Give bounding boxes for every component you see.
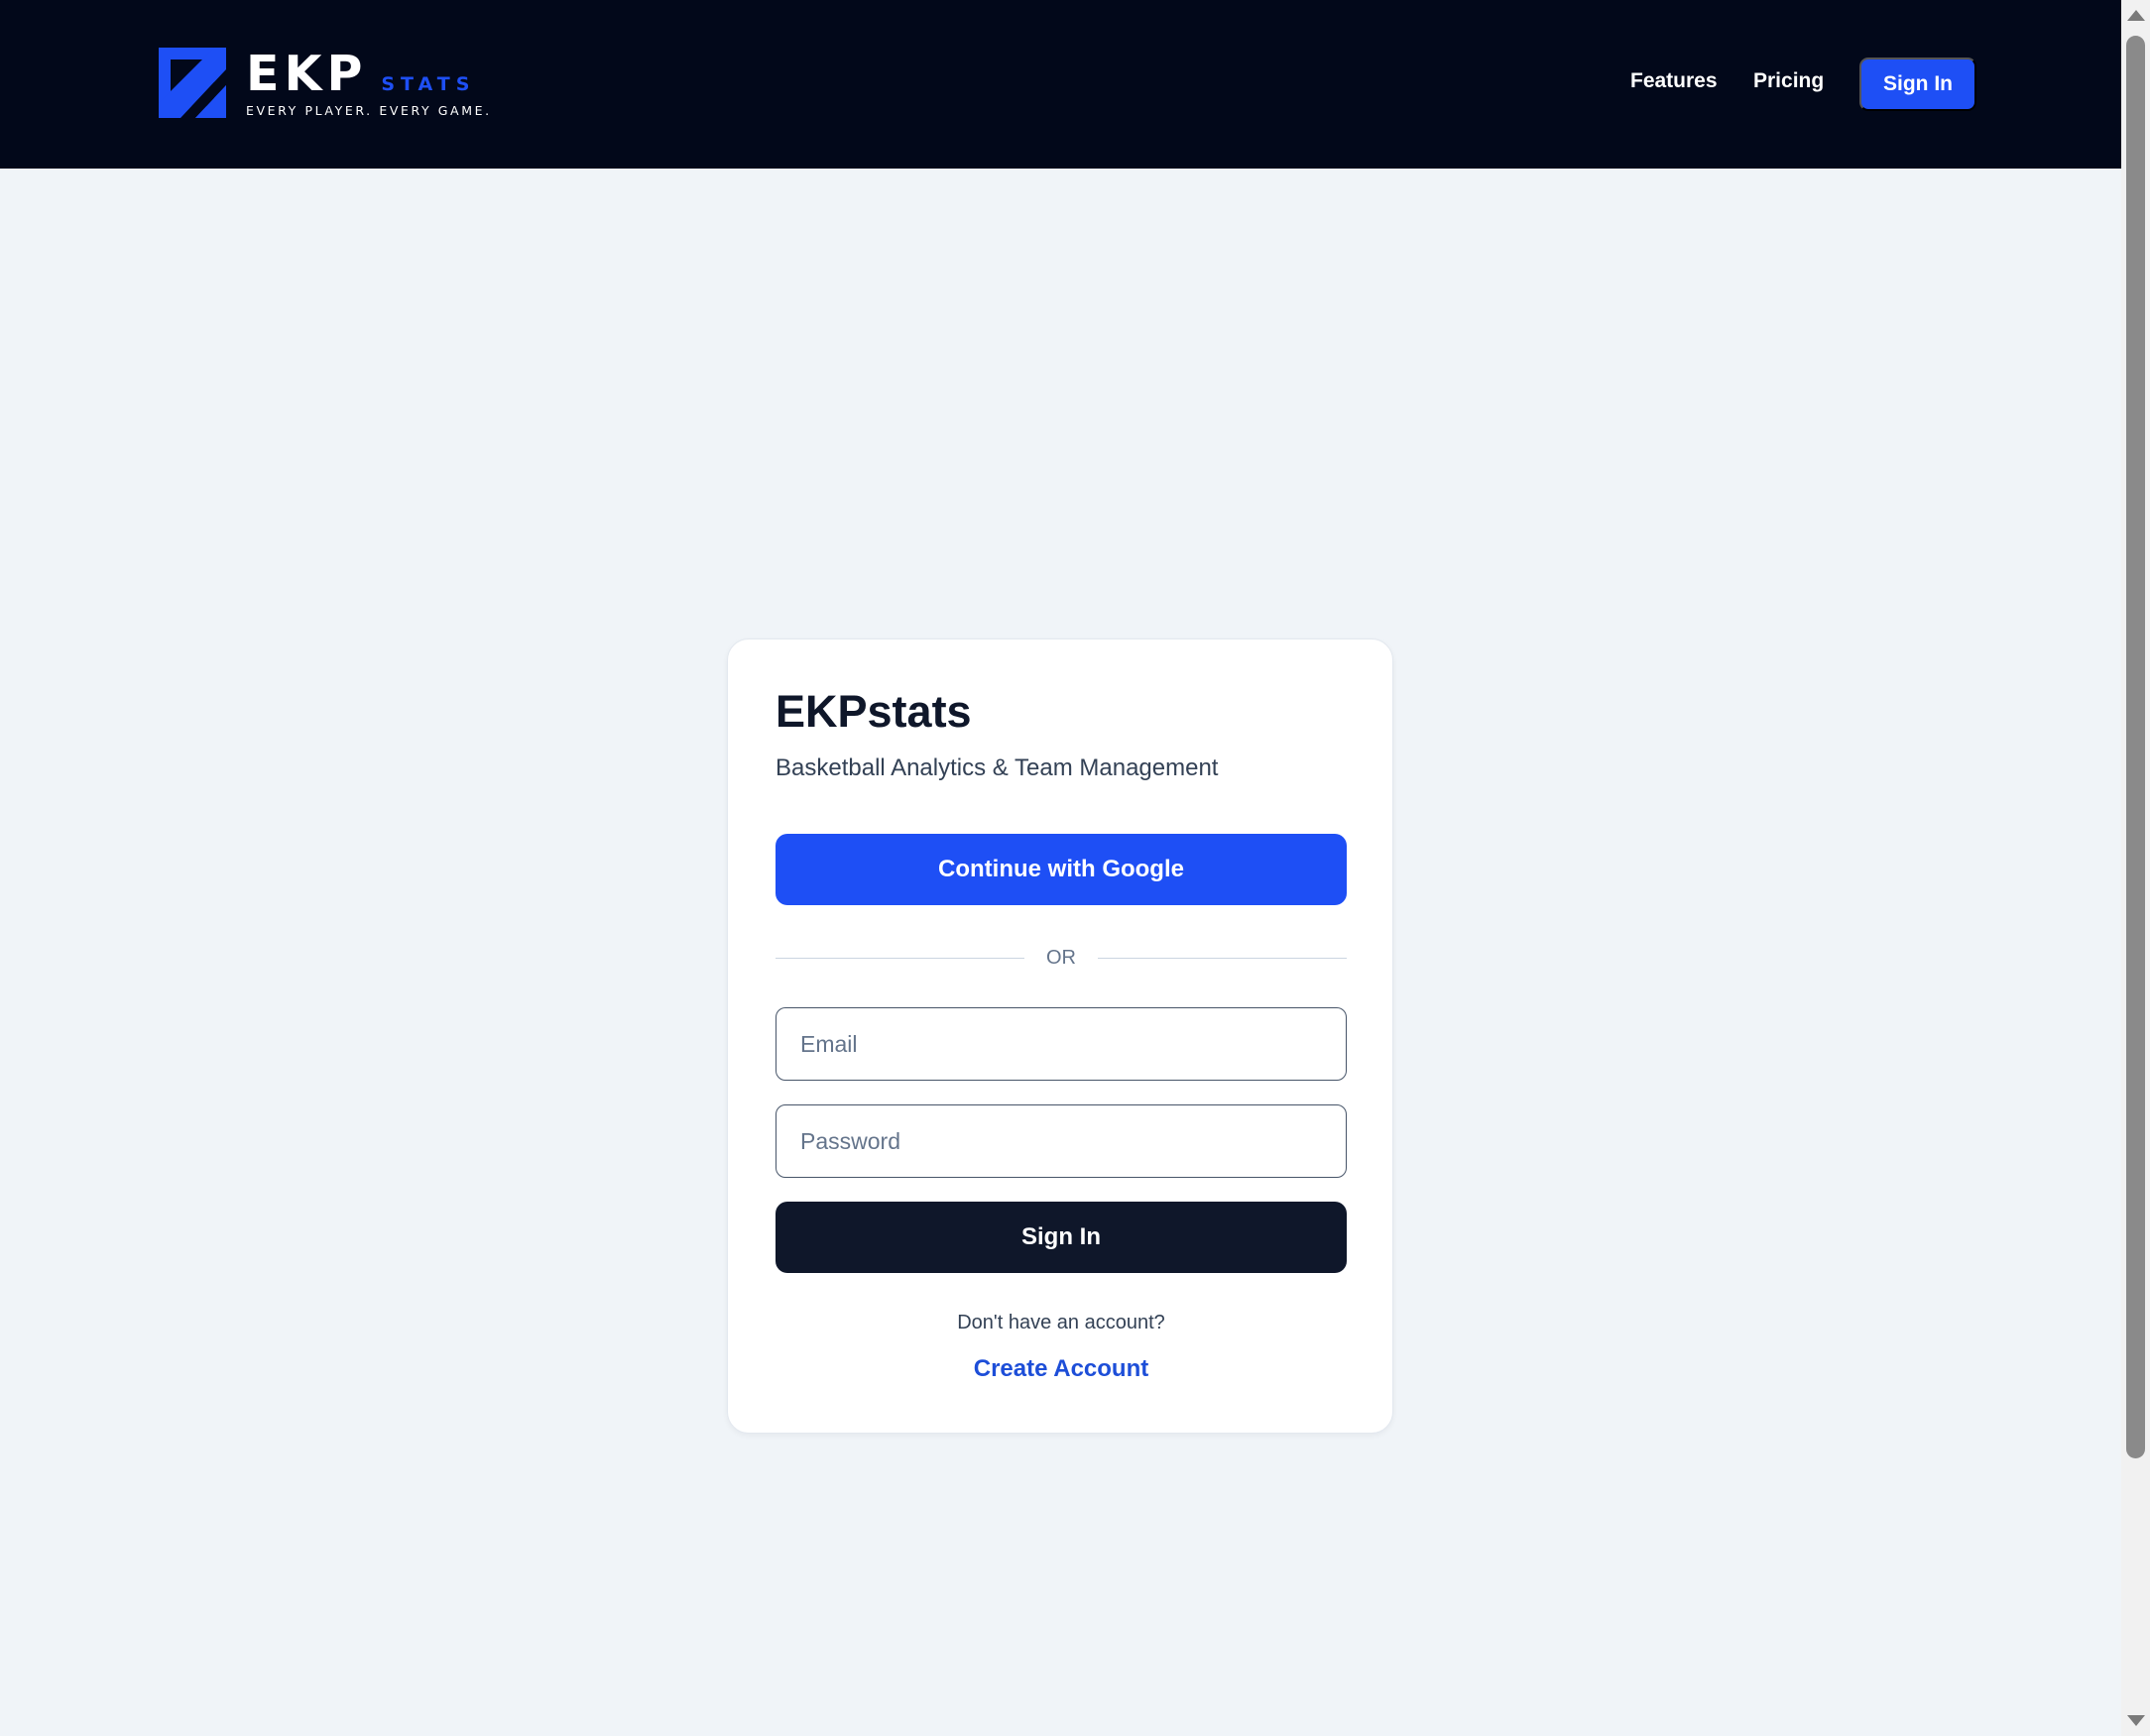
scroll-down-arrow-icon[interactable]	[2127, 1715, 2145, 1726]
no-account-text: Don't have an account?	[957, 1312, 1165, 1333]
create-account-link[interactable]: Create Account	[728, 1355, 1394, 1383]
card-title: EKPstats	[776, 686, 972, 737]
scroll-up-arrow-icon[interactable]	[2127, 10, 2145, 21]
brand-logo[interactable]: EKP STATS EVERY PLAYER. EVERY GAME.	[159, 48, 492, 118]
sign-in-button[interactable]: Sign In	[776, 1202, 1347, 1273]
continue-with-google-button[interactable]: Continue with Google	[776, 834, 1347, 905]
password-input[interactable]	[776, 1104, 1347, 1178]
page-viewport: EKP STATS EVERY PLAYER. EVERY GAME. Feat…	[0, 0, 2121, 1736]
divider-line-right	[1098, 957, 1347, 959]
header-sign-in-button[interactable]: Sign In	[1859, 58, 1976, 111]
nav-pricing-link[interactable]: Pricing	[1753, 69, 1824, 93]
brand-text: EKP STATS EVERY PLAYER. EVERY GAME.	[246, 45, 492, 118]
brand-name: EKP	[246, 45, 368, 102]
card-subtitle: Basketball Analytics & Team Management	[776, 754, 1219, 781]
or-divider: OR	[776, 943, 1347, 973]
divider-label: OR	[1046, 946, 1076, 969]
scrollbar-thumb[interactable]	[2126, 36, 2145, 1458]
brand-tagline: EVERY PLAYER. EVERY GAME.	[246, 102, 492, 118]
ekp-logo-mark-icon	[159, 48, 226, 118]
login-card: EKPstats Basketball Analytics & Team Man…	[727, 638, 1393, 1434]
vertical-scrollbar[interactable]	[2121, 0, 2150, 1736]
email-input[interactable]	[776, 1007, 1347, 1081]
divider-line-left	[776, 957, 1024, 959]
brand-wordmark: EKP STATS	[246, 45, 492, 102]
nav-features-link[interactable]: Features	[1630, 69, 1718, 93]
brand-suffix: STATS	[381, 72, 476, 95]
top-navbar: EKP STATS EVERY PLAYER. EVERY GAME. Feat…	[0, 0, 2121, 169]
